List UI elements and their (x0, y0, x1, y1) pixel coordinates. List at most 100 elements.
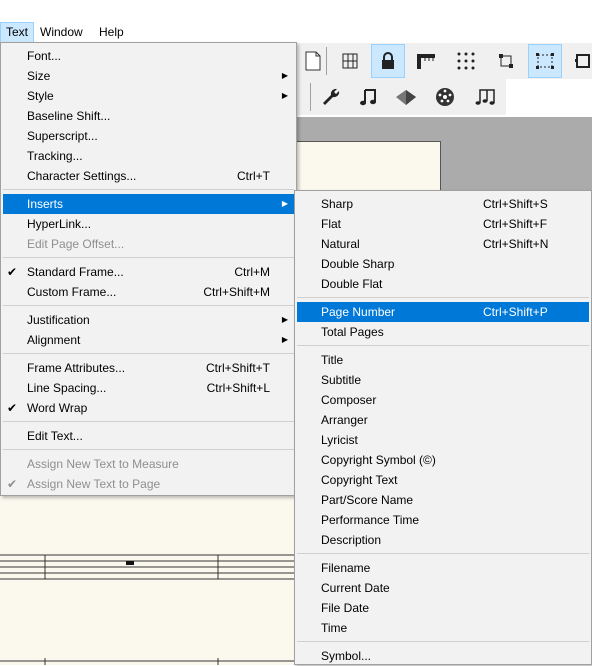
menu-item-label: Current Date (321, 581, 390, 595)
menu-item-font[interactable]: Font... (3, 46, 294, 66)
lock-icon[interactable] (371, 44, 405, 78)
menubar-text[interactable]: Text (0, 22, 35, 43)
menu-item-character-settings[interactable]: Character Settings... Ctrl+T (3, 166, 294, 186)
menu-item-assign-new-text-to-page: ✔ Assign New Text to Page (3, 474, 294, 494)
menu-item-alignment[interactable]: Alignment ▶ (3, 330, 294, 350)
menu-item-label: File Date (321, 601, 370, 615)
inserts-submenu: Sharp Ctrl+Shift+S Flat Ctrl+Shift+F Natural… (294, 190, 592, 665)
submenu-item-symbol[interactable]: Symbol... (297, 646, 589, 666)
menu-item-baseline-shift[interactable]: Baseline Shift... (3, 106, 294, 126)
dotted-grid-icon[interactable] (449, 44, 483, 78)
submenu-item-part-score-name[interactable]: Part/Score Name (297, 490, 589, 510)
submenu-item-file-date[interactable]: File Date (297, 598, 589, 618)
menu-item-assign-new-text-to-measure: Assign New Text to Measure (3, 454, 294, 474)
measure-tool-icon[interactable] (333, 44, 367, 78)
toolbar-gap (506, 79, 592, 117)
menu-item-label: Copyright Symbol (©) (321, 453, 436, 467)
menu-item-superscript[interactable]: Superscript... (3, 126, 294, 146)
menu-item-shortcut: Ctrl+Shift+N (483, 237, 549, 251)
menu-separator (297, 641, 589, 642)
menu-item-inserts[interactable]: Inserts ▶ (3, 194, 294, 214)
submenu-item-copyright-symbol[interactable]: Copyright Symbol (©) (297, 450, 589, 470)
menu-item-standard-frame[interactable]: ✔ Standard Frame... Ctrl+M (3, 262, 294, 282)
menu-item-label: Assign New Text to Page (27, 477, 161, 491)
menubar-window[interactable]: Window (35, 22, 88, 43)
submenu-arrow-icon: ▶ (281, 91, 288, 100)
menu-item-tracking[interactable]: Tracking... (3, 146, 294, 166)
submenu-item-lyricist[interactable]: Lyricist (297, 430, 589, 450)
disc-icon[interactable] (428, 80, 462, 114)
music-note-icon[interactable] (351, 80, 385, 114)
music-staff (0, 554, 296, 580)
selection-rect-icon[interactable] (528, 44, 562, 78)
toolbar-separator (310, 83, 311, 111)
menu-item-size[interactable]: Size ▶ (3, 66, 294, 86)
checkmark-icon: ✔ (7, 477, 18, 491)
submenu-item-page-number[interactable]: Page Number Ctrl+Shift+P (297, 302, 589, 322)
handles-icon[interactable] (489, 44, 523, 78)
menu-item-label: Symbol... (321, 649, 372, 663)
menu-separator (3, 189, 294, 190)
menu-item-label: HyperLink... (27, 217, 92, 231)
menu-item-shortcut: Ctrl+Shift+T (205, 361, 270, 375)
menu-item-shortcut: Ctrl+Shift+P (483, 305, 548, 319)
menu-item-label: Standard Frame... (27, 265, 124, 279)
submenu-item-performance-time[interactable]: Performance Time (297, 510, 589, 530)
submenu-item-natural[interactable]: Natural Ctrl+Shift+N (297, 234, 589, 254)
menu-item-label: Justification (27, 313, 90, 327)
menu-item-hyperlink[interactable]: HyperLink... (3, 214, 294, 234)
frame-icon[interactable] (566, 44, 592, 78)
staff-tool-icon[interactable] (389, 80, 423, 114)
page-icon[interactable] (296, 44, 330, 78)
menu-item-label: Assign New Text to Measure (27, 457, 179, 471)
menu-item-label: Double Flat (321, 277, 383, 291)
checkmark-icon: ✔ (7, 401, 18, 415)
menu-item-label: Composer (321, 393, 377, 407)
submenu-item-sharp[interactable]: Sharp Ctrl+Shift+S (297, 194, 589, 214)
submenu-item-copyright-text[interactable]: Copyright Text (297, 470, 589, 490)
menu-item-style[interactable]: Style ▶ (3, 86, 294, 106)
menu-item-label: Description (321, 533, 382, 547)
menu-item-label: Line Spacing... (27, 381, 107, 395)
menu-item-frame-attributes[interactable]: Frame Attributes... Ctrl+Shift+T (3, 358, 294, 378)
menu-item-label: Arranger (321, 413, 368, 427)
submenu-item-double-sharp[interactable]: Double Sharp (297, 254, 589, 274)
menu-item-label: Page Number (321, 305, 396, 319)
submenu-item-filename[interactable]: Filename (297, 558, 589, 578)
ruler-icon[interactable] (409, 44, 443, 78)
submenu-item-flat[interactable]: Flat Ctrl+Shift+F (297, 214, 589, 234)
menu-item-shortcut: Ctrl+Shift+S (483, 197, 548, 211)
menu-separator (3, 353, 294, 354)
submenu-item-time[interactable]: Time (297, 618, 589, 638)
menu-item-label: Word Wrap (27, 401, 88, 415)
menu-separator (297, 297, 589, 298)
menu-item-edit-page-offset: Edit Page Offset... (3, 234, 294, 254)
menu-item-edit-text[interactable]: Edit Text... (3, 426, 294, 446)
menu-item-label: Inserts (27, 197, 64, 211)
submenu-item-total-pages[interactable]: Total Pages (297, 322, 589, 342)
submenu-item-description[interactable]: Description (297, 530, 589, 550)
menu-item-label: Part/Score Name (321, 493, 414, 507)
wrench-icon[interactable] (314, 80, 348, 114)
submenu-item-double-flat[interactable]: Double Flat (297, 274, 589, 294)
submenu-item-composer[interactable]: Composer (297, 390, 589, 410)
menu-item-label: Edit Text... (27, 429, 83, 443)
menubar-help[interactable]: Help (94, 22, 129, 43)
menu-item-label: Time (321, 621, 348, 635)
submenu-item-arranger[interactable]: Arranger (297, 410, 589, 430)
menu-item-label: Filename (321, 561, 371, 575)
menu-item-label: Frame Attributes... (27, 361, 126, 375)
submenu-item-subtitle[interactable]: Subtitle (297, 370, 589, 390)
menu-item-label: Title (321, 353, 344, 367)
submenu-item-current-date[interactable]: Current Date (297, 578, 589, 598)
submenu-item-title[interactable]: Title (297, 350, 589, 370)
menu-item-label: Custom Frame... (27, 285, 117, 299)
submenu-arrow-icon: ▶ (281, 71, 288, 80)
menu-item-word-wrap[interactable]: ✔ Word Wrap (3, 398, 294, 418)
menu-item-line-spacing[interactable]: Line Spacing... Ctrl+Shift+L (3, 378, 294, 398)
notes-cluster-icon[interactable] (468, 80, 502, 114)
menu-item-custom-frame[interactable]: Custom Frame... Ctrl+Shift+M (3, 282, 294, 302)
menu-item-label: Size (27, 69, 51, 83)
menu-separator (3, 305, 294, 306)
menu-item-justification[interactable]: Justification ▶ (3, 310, 294, 330)
